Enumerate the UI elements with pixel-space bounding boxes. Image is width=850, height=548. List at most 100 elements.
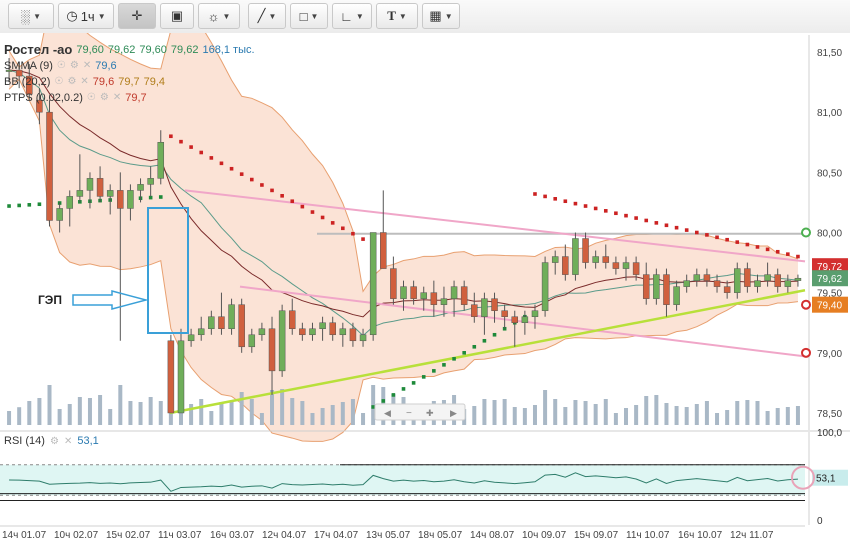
candle-body <box>127 190 134 209</box>
parabolic-sar-dot <box>219 161 224 166</box>
candle-body <box>663 274 670 305</box>
settings-gear-icon[interactable]: ⚙ <box>50 436 59 447</box>
candle-body <box>248 334 256 348</box>
volume-bar <box>320 408 325 425</box>
chevron-down-icon: ▼ <box>444 11 453 21</box>
parabolic-sar-dot <box>462 351 466 355</box>
parabolic-sar-dot <box>705 233 709 237</box>
parabolic-sar-dot <box>27 203 32 207</box>
candle-body <box>794 277 802 281</box>
volume-bar <box>77 397 82 425</box>
volume-bar <box>17 407 22 425</box>
candle-body <box>66 196 73 209</box>
image-button[interactable]: ▦ ▼ <box>422 3 460 29</box>
parabolic-sar-dot <box>229 166 234 171</box>
candle-body <box>541 262 549 311</box>
volume-bar <box>300 401 305 425</box>
volume-bar <box>371 385 376 425</box>
hide-eye-icon[interactable]: ☉ <box>54 74 63 90</box>
parabolic-sar-dot <box>674 225 679 230</box>
chart-type-button[interactable]: ░ ▼ <box>8 3 54 29</box>
text-tool-button[interactable]: T ▼ <box>376 3 418 29</box>
price-tick-label: 81,00 <box>817 108 842 119</box>
candle-body <box>167 340 175 414</box>
fibonacci-button[interactable]: ∟ ▼ <box>332 3 372 29</box>
crosshair-icon: ✛ <box>131 8 143 23</box>
time-tick-label: 13ч 05.07 <box>366 530 411 541</box>
parabolic-sar-dot <box>270 188 274 193</box>
parabolic-sar-dot <box>341 226 345 231</box>
parabolic-sar-dot <box>249 177 254 182</box>
candle-body <box>703 274 711 281</box>
indicators-button[interactable]: ☼ ▼ <box>198 3 240 29</box>
chart-area[interactable]: ГЭП ◀ − ✚ ▶ 81,50 81,00 80,50 80,00 79,50 79,00 78,… <box>0 4 850 543</box>
volume-bar <box>199 399 204 425</box>
line-end-marker <box>801 299 811 310</box>
volume-bar <box>330 405 335 425</box>
settings-gear-icon[interactable]: ⚙ <box>100 90 109 106</box>
candle-body <box>551 256 559 263</box>
candle-body <box>764 274 771 281</box>
gap-label: ГЭП <box>38 293 62 307</box>
candle-body <box>592 256 599 263</box>
hide-eye-icon[interactable]: ☉ <box>87 90 96 106</box>
parabolic-sar-dot <box>755 245 760 249</box>
remove-x-icon[interactable]: ✕ <box>64 436 72 447</box>
candle-body <box>187 334 195 342</box>
parabolic-sar-dot <box>239 172 244 176</box>
smma-label: SMMA (9) <box>4 60 53 72</box>
parabolic-sar-dot <box>603 209 608 213</box>
remove-x-icon[interactable]: ✕ <box>113 90 121 106</box>
volume-bar <box>259 413 264 425</box>
volume-bar <box>340 402 345 425</box>
candle-body <box>460 286 468 305</box>
settings-gear-icon[interactable]: ⚙ <box>70 58 79 74</box>
candle-body <box>349 328 357 342</box>
candle-body <box>359 334 367 342</box>
candle-body <box>673 286 680 305</box>
parabolic-sar-dot <box>432 369 436 373</box>
candle-body <box>582 238 589 263</box>
volume-bar <box>583 401 588 425</box>
rsi-tick-label: 100,0 <box>817 428 842 439</box>
hide-eye-icon[interactable]: ☉ <box>57 58 66 74</box>
candle-body <box>329 322 336 336</box>
price-badge-label: 79,62 <box>817 274 842 285</box>
ptps-row: PTPS (0.02,0.2) ☉ ⚙ ✕ 79,7 <box>4 90 255 106</box>
time-tick-label: 10ч 09.07 <box>522 530 567 541</box>
settings-gear-icon[interactable]: ⚙ <box>67 74 76 90</box>
parabolic-sar-dot <box>391 393 396 397</box>
crosshair-button[interactable]: ✛ <box>118 3 156 29</box>
price-badge-label: 79,40 <box>817 301 842 312</box>
candle-body <box>147 178 154 185</box>
volume-bar <box>189 404 194 425</box>
candle-body <box>238 304 245 348</box>
interval-button[interactable]: ◷ 1ч ▼ <box>58 3 114 29</box>
rsi-badge-label: 53,1 <box>816 474 836 485</box>
candle-body <box>86 178 94 191</box>
shapes-button[interactable]: □ ▼ <box>290 3 328 29</box>
candle-body <box>208 316 215 329</box>
candle-body <box>734 268 741 293</box>
candle-body <box>784 280 792 287</box>
line-end-marker <box>801 347 811 358</box>
parabolic-sar-dot <box>209 156 214 160</box>
parabolic-sar-dot <box>735 240 740 244</box>
remove-x-icon[interactable]: ✕ <box>83 58 91 74</box>
candle-body <box>602 256 610 263</box>
fibonacci-icon: ∟ <box>340 8 353 24</box>
draw-line-button[interactable]: ╱ ▼ <box>248 3 286 29</box>
full-chart-button[interactable]: ▣ <box>160 3 194 29</box>
remove-x-icon[interactable]: ✕ <box>80 74 88 90</box>
volume-bar <box>290 398 295 425</box>
parabolic-sar-dot <box>593 206 598 211</box>
price-tick-label: 80,50 <box>817 168 842 179</box>
ptps-label: PTPS (0.02,0.2) <box>4 92 83 104</box>
candle-body <box>309 328 316 336</box>
volume-bar <box>755 401 760 425</box>
candle-body <box>754 280 761 287</box>
price-chart-svg[interactable]: ГЭП◀ − ✚ ▶81,5081,0080,5080,0079,5079,0078,… <box>0 4 850 543</box>
candle-body <box>531 310 539 317</box>
candle-body <box>562 256 569 275</box>
candle-body <box>56 208 63 221</box>
